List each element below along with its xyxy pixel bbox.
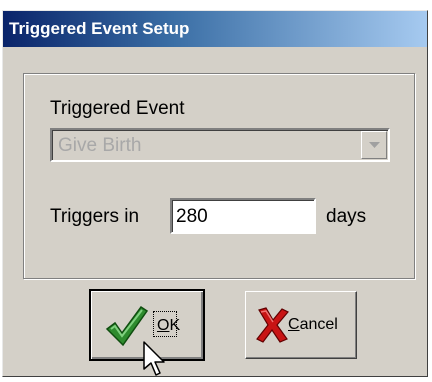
dialog-titlebar[interactable]: Triggered Event Setup xyxy=(3,11,427,47)
dropdown-button[interactable] xyxy=(361,131,387,159)
days-unit-label: days xyxy=(326,206,367,227)
cancel-button[interactable]: Cancel xyxy=(245,291,357,359)
ok-mnemonic: O xyxy=(157,317,170,334)
chevron-down-icon xyxy=(369,142,380,148)
ok-label-rest: K xyxy=(169,317,181,334)
cancel-button-label: Cancel xyxy=(288,316,338,334)
triggered-event-label: Triggered Event xyxy=(50,98,185,119)
days-input[interactable]: 280 xyxy=(170,198,316,234)
triggered-event-value: Give Birth xyxy=(58,135,142,156)
dialog-title: Triggered Event Setup xyxy=(9,19,190,38)
triggered-event-setup-dialog: Triggered Event Setup Triggered Event Gi… xyxy=(2,10,428,377)
mouse-pointer-icon xyxy=(143,341,167,382)
triggered-event-dropdown[interactable]: Give Birth xyxy=(50,128,390,162)
settings-group: Triggered Event Give Birth Triggers in 2… xyxy=(23,73,415,279)
ok-button-label: OK xyxy=(157,317,180,335)
cancel-mnemonic: C xyxy=(288,316,300,333)
red-x-icon xyxy=(256,306,290,349)
triggers-in-label: Triggers in xyxy=(50,206,140,227)
cancel-label-rest: ancel xyxy=(299,316,338,333)
